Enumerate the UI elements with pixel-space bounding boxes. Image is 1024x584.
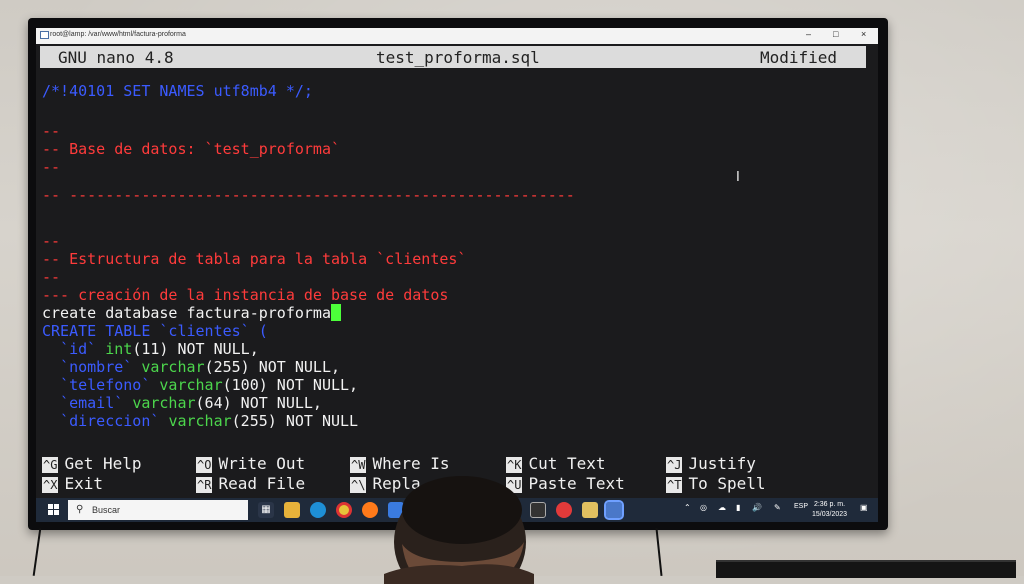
text-cursor [330,304,341,321]
shortcut-label: Read File [218,474,306,493]
close-button[interactable]: × [861,29,866,39]
editor-line: -- [42,122,61,140]
shortcut-get-help[interactable]: ^G Get Help [42,454,142,473]
editor-line: -- [42,158,61,176]
putty-icon[interactable] [604,500,624,520]
nano-version: GNU nano 4.8 [58,48,174,67]
language-indicator[interactable]: ESP [794,503,808,510]
taskbar-clock[interactable]: 2:36 p. m. 15/03/2023 [812,500,847,520]
mouse-ibeam-icon: I [736,170,740,185]
pen-icon[interactable]: ✎ [774,503,781,512]
column-args: (100) NOT NULL, [222,376,359,394]
window-title: root@lamp: /var/www/html/factura-proform… [50,31,186,38]
column-args: (11) NOT NULL, [132,340,259,358]
battery-icon[interactable]: ▮ [736,503,740,512]
shortcut-label: To Spell [688,474,766,493]
shortcut-label: Paste Text [528,474,625,493]
editor-line: /*!40101 SET NAMES utf8mb4 */; [42,82,313,100]
shortcut-label: Cut Text [528,454,606,473]
column-line: `nombre` varchar(255) NOT NULL, [42,358,340,376]
column-args: (255) NOT NULL, [204,358,341,376]
file-explorer-icon[interactable] [284,502,300,518]
shortcut-cut-text[interactable]: ^K Cut Text [506,454,606,473]
editor-line: -- -------------------------------------… [42,186,575,204]
column-type: varchar [141,358,205,376]
network-icon[interactable]: ◎ [700,503,707,512]
shortcut-label: Justify [688,454,756,473]
nano-header: GNU nano 4.8 test_proforma.sql Modified [40,46,866,68]
terminal-window: root@lamp: /var/www/html/factura-proform… [36,28,878,522]
shortcut-key: ^W [350,457,367,473]
taskbar-search-box[interactable]: ⚲ Buscar [68,500,248,520]
task-view-icon[interactable]: ▦ [258,502,274,518]
shortcut-key: ^T [666,477,683,493]
editor-line: CREATE TABLE `clientes` ( [42,322,268,340]
window-titlebar[interactable]: root@lamp: /var/www/html/factura-proform… [36,28,878,44]
shortcut-justify[interactable]: ^J Justify [666,454,756,473]
notification-icon[interactable]: ▣ [860,503,868,512]
clock-time: 2:36 p. m. [813,501,846,508]
person-head [384,476,534,584]
shortcut-write-out[interactable]: ^O Write Out [196,454,305,473]
search-icon: ⚲ [76,504,84,515]
editor-line: -- [42,268,61,286]
shortcut-key: ^K [506,457,523,473]
column-name: `direccion` [60,412,160,430]
app-red-icon[interactable] [556,502,572,518]
column-name: `id` [60,340,97,358]
column-args: (255) NOT NULL [231,412,359,430]
terminal-app-icon [40,31,49,39]
column-line: `telefono` varchar(100) NOT NULL, [42,376,358,394]
edge-icon[interactable] [310,502,326,518]
shortcut-where-is[interactable]: ^W Where Is [350,454,450,473]
maximize-button[interactable]: □ [833,29,838,39]
search-placeholder: Buscar [92,505,121,515]
create-database-text: create database factura-proforma [42,304,331,322]
shortcut-key: ^X [42,477,59,493]
shortcut-key: ^G [42,457,59,473]
notes-icon[interactable] [582,502,598,518]
column-args: (64) NOT NULL, [195,394,322,412]
shortcut-label: Write Out [218,454,306,473]
column-name: `nombre` [60,358,133,376]
editor-line: --- creación de la instancia de base de … [42,286,449,304]
column-type: varchar [132,394,196,412]
column-line: `id` int(11) NOT NULL, [42,340,259,358]
column-name: `email` [60,394,124,412]
shortcut-to-spell[interactable]: ^T To Spell [666,474,766,493]
shortcut-exit[interactable]: ^X Exit [42,474,103,493]
shortcut-label: Exit [64,474,103,493]
editor-line: -- Estructura de tabla para la tabla `cl… [42,250,467,268]
minimize-button[interactable]: – [806,29,811,39]
shortcut-label: Get Help [64,454,142,473]
column-line: `direccion` varchar(255) NOT NULL [42,412,358,430]
chrome-icon[interactable] [336,502,352,518]
editor-line: -- [42,232,61,250]
modified-status: Modified [760,48,838,67]
file-name: test_proforma.sql [376,48,540,67]
shortcut-key: ^\ [350,477,367,493]
column-name: `telefono` [60,376,151,394]
column-line: `email` varchar(64) NOT NULL, [42,394,322,412]
windows-start-icon[interactable] [48,504,60,516]
editor-line: -- Base de datos: `test_proforma` [42,140,341,158]
column-type: varchar [159,376,223,394]
clock-date: 15/03/2023 [812,511,848,518]
shortcut-key: ^J [666,457,683,473]
volume-icon[interactable]: 🔊 [752,503,762,512]
column-type: varchar [168,412,232,430]
shortcut-key: ^R [196,477,213,493]
firefox-icon[interactable] [362,502,378,518]
shortcut-label: Where Is [372,454,450,473]
shortcut-read-file[interactable]: ^R Read File [196,474,305,493]
tray-chevron-icon[interactable]: ⌃ [684,503,691,512]
text-editor[interactable]: /*!40101 SET NAMES utf8mb4 */; -- -- Bas… [40,82,866,432]
foreground-monitor [716,560,1016,578]
editor-line: create database factura-proforma [42,304,341,322]
column-type: int [105,340,133,358]
shortcut-key: ^O [196,457,213,473]
onedrive-icon[interactable]: ☁ [718,503,726,512]
